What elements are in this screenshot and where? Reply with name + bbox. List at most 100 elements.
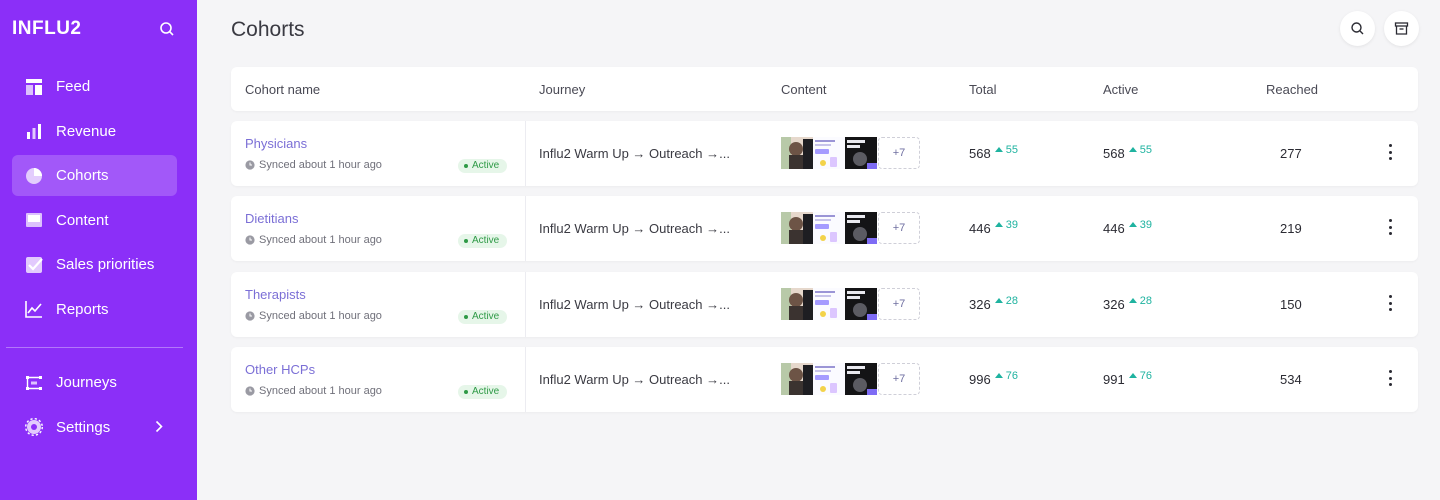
content-thumbnail-ad[interactable] xyxy=(813,137,845,169)
content-thumbnail-dark[interactable] xyxy=(845,137,877,169)
reached-count: 219 xyxy=(1280,221,1302,236)
clock-icon xyxy=(245,235,255,245)
sync-text: Synced about 1 hour ago xyxy=(259,310,382,322)
journey-path[interactable]: Influ2 Warm Up → Outreach →... xyxy=(539,221,730,236)
nav-label: Journeys xyxy=(56,374,117,391)
total-count: 568 55 xyxy=(969,144,1018,162)
nav-label: Settings xyxy=(56,418,111,436)
more-content-button[interactable]: +7 xyxy=(878,137,920,169)
status-text: Active xyxy=(472,311,500,322)
content-thumbnails[interactable]: +7 xyxy=(781,363,920,395)
nav-item-revenue[interactable]: Revenue xyxy=(12,111,177,152)
active-count: 326 28 xyxy=(1103,295,1152,313)
content-thumbnail-photo[interactable] xyxy=(781,363,813,395)
table-row[interactable]: Other HCPs Synced about 1 hour ago Activ… xyxy=(231,347,1418,412)
archive-button[interactable] xyxy=(1384,11,1419,46)
active-delta: 39 xyxy=(1128,218,1152,231)
active-value: 991 xyxy=(1103,372,1125,387)
sync-status: Synced about 1 hour ago xyxy=(245,234,382,246)
active-value: 446 xyxy=(1103,221,1125,236)
line-chart-icon xyxy=(25,300,43,318)
nav-item-journeys[interactable]: Journeys xyxy=(12,362,177,403)
up-arrow-icon xyxy=(1128,147,1137,152)
active-delta: 28 xyxy=(1128,295,1152,307)
column-header-cohort-name[interactable]: Cohort name xyxy=(245,82,320,97)
search-button[interactable] xyxy=(1340,11,1375,46)
content-thumbnail-ad[interactable] xyxy=(813,363,845,395)
total-delta-value: 76 xyxy=(1005,369,1018,382)
reached-count: 534 xyxy=(1280,372,1302,387)
search-icon[interactable] xyxy=(158,20,176,38)
checkbox-icon xyxy=(25,256,43,274)
search-icon xyxy=(1351,22,1364,35)
sync-text: Synced about 1 hour ago xyxy=(259,159,382,171)
content-thumbnail-ad[interactable] xyxy=(813,288,845,320)
content-thumbnail-dark[interactable] xyxy=(845,288,877,320)
table-row[interactable]: Therapists Synced about 1 hour ago Activ… xyxy=(231,272,1418,337)
table-row[interactable]: Physicians Synced about 1 hour ago Activ… xyxy=(231,121,1418,186)
settings-icon xyxy=(25,418,43,436)
sync-text: Synced about 1 hour ago xyxy=(259,385,382,397)
cohort-name-link[interactable]: Physicians xyxy=(245,136,307,151)
content-thumbnails[interactable]: +7 xyxy=(781,288,920,320)
nav-item-settings[interactable]: Settings xyxy=(12,407,177,448)
total-delta: 76 xyxy=(994,369,1018,382)
row-menu-kebab-icon[interactable] xyxy=(1382,369,1398,387)
content-thumbnail-dark[interactable] xyxy=(845,363,877,395)
secondary-nav: Journeys Settings xyxy=(12,362,177,451)
active-delta-value: 39 xyxy=(1139,218,1152,231)
feed-icon xyxy=(25,78,43,96)
total-delta-value: 39 xyxy=(1005,218,1018,231)
nav-label: Reports xyxy=(56,300,109,318)
column-header-content[interactable]: Content xyxy=(781,82,827,97)
column-header-reached[interactable]: Reached xyxy=(1266,82,1318,97)
status-badge: Active xyxy=(458,310,508,324)
active-count: 446 39 xyxy=(1103,218,1152,237)
status-dot xyxy=(464,315,468,319)
table-row[interactable]: Dietitians Synced about 1 hour ago Activ… xyxy=(231,196,1418,261)
row-menu-kebab-icon[interactable] xyxy=(1382,143,1398,161)
cohort-name-link[interactable]: Therapists xyxy=(245,287,306,302)
status-dot xyxy=(464,390,468,394)
up-arrow-icon xyxy=(1128,222,1137,227)
journey-path[interactable]: Influ2 Warm Up → Outreach →... xyxy=(539,297,730,312)
nav-item-sales-priorities[interactable]: Sales priorities xyxy=(12,244,177,285)
column-header-active[interactable]: Active xyxy=(1103,82,1138,97)
nav-item-reports[interactable]: Reports xyxy=(12,289,177,330)
content-thumbnails[interactable]: +7 xyxy=(781,212,920,244)
column-divider xyxy=(525,121,526,186)
more-content-button[interactable]: +7 xyxy=(878,212,920,244)
content-thumbnail-dark[interactable] xyxy=(845,212,877,244)
up-arrow-icon xyxy=(994,222,1003,227)
nav-item-feed[interactable]: Feed xyxy=(12,66,177,107)
nav-label: Feed xyxy=(56,78,91,95)
sync-status: Synced about 1 hour ago xyxy=(245,159,382,171)
status-badge: Active xyxy=(458,234,508,248)
brand-logo[interactable]: INFLU2 xyxy=(12,18,82,40)
row-menu-kebab-icon[interactable] xyxy=(1382,294,1398,312)
column-header-total[interactable]: Total xyxy=(969,82,996,97)
column-header-journey[interactable]: Journey xyxy=(539,82,585,97)
nav-item-cohorts[interactable]: Cohorts xyxy=(12,155,177,196)
active-delta: 55 xyxy=(1128,144,1152,156)
content-thumbnails[interactable]: +7 xyxy=(781,137,920,169)
nav-divider xyxy=(6,347,183,348)
row-menu-kebab-icon[interactable] xyxy=(1382,218,1398,236)
more-content-button[interactable]: +7 xyxy=(878,288,920,320)
clock-icon xyxy=(245,160,255,170)
clock-icon xyxy=(245,311,255,321)
content-thumbnail-ad[interactable] xyxy=(813,212,845,244)
up-arrow-icon xyxy=(1128,373,1137,378)
journey-path[interactable]: Influ2 Warm Up → Outreach →... xyxy=(539,372,730,387)
cohort-name-link[interactable]: Other HCPs xyxy=(245,362,315,377)
journey-path[interactable]: Influ2 Warm Up → Outreach →... xyxy=(539,146,730,161)
nav-item-content[interactable]: Content xyxy=(12,200,177,241)
more-content-button[interactable]: +7 xyxy=(878,363,920,395)
cohort-name-link[interactable]: Dietitians xyxy=(245,211,298,226)
up-arrow-icon xyxy=(994,298,1003,303)
status-badge: Active xyxy=(458,385,508,399)
content-thumbnail-photo[interactable] xyxy=(781,212,813,244)
active-delta: 76 xyxy=(1128,370,1152,382)
content-thumbnail-photo[interactable] xyxy=(781,288,813,320)
content-thumbnail-photo[interactable] xyxy=(781,137,813,169)
